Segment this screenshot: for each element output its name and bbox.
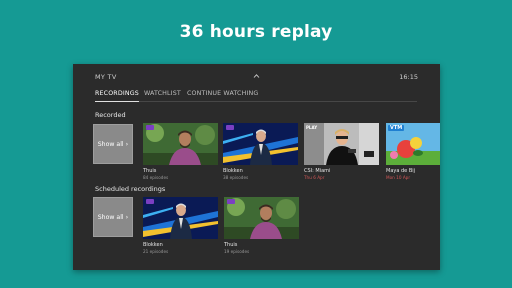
section-label-scheduled: Scheduled recordings xyxy=(95,185,166,193)
tv-screen: MY TV 16:15 RECORDINGS WATCHLIST CONTINU… xyxy=(73,64,440,270)
tab-recordings[interactable]: RECORDINGS xyxy=(95,90,139,102)
headline: 36 hours replay xyxy=(179,22,333,42)
channel-logo-icon xyxy=(226,125,234,130)
scheduled-card[interactable]: Blokken 21 episodes xyxy=(143,197,218,254)
channel-logo-play: PLAY xyxy=(306,125,318,130)
card-subtitle: 38 episodes xyxy=(223,175,249,180)
thumbnail: PLAY xyxy=(304,123,379,165)
top-bar: MY TV 16:15 xyxy=(73,64,440,90)
thumbnail xyxy=(224,197,299,239)
tab-continue-watching[interactable]: CONTINUE WATCHING xyxy=(187,90,258,101)
show-all-scheduled-button[interactable]: Show all › xyxy=(93,197,133,237)
thumbnail: VTM xyxy=(386,123,440,165)
card-title: CSI: Miami xyxy=(304,168,331,174)
recording-card[interactable]: Blokken 38 episodes xyxy=(223,123,298,180)
show-all-recorded-button[interactable]: Show all › xyxy=(93,124,133,164)
scheduled-card[interactable]: Thuis 19 episodes xyxy=(224,197,299,254)
show-all-label: Show all xyxy=(97,213,124,221)
recording-card[interactable]: PLAY CSI: Miami Thu 6 Apr xyxy=(304,123,379,180)
clock: 16:15 xyxy=(399,73,418,81)
section-label-recorded: Recorded xyxy=(95,111,126,119)
card-title: Blokken xyxy=(223,168,243,174)
card-subtitle: 21 episodes xyxy=(143,249,169,254)
page-title: MY TV xyxy=(95,73,117,81)
card-subtitle: 84 episodes xyxy=(143,175,169,180)
thumbnail xyxy=(223,123,298,165)
card-title: Thuis xyxy=(143,168,157,174)
channel-logo-icon xyxy=(146,199,154,204)
tab-watchlist[interactable]: WATCHLIST xyxy=(144,90,181,101)
card-title: Blokken xyxy=(143,242,163,248)
card-title: Maya de Bij xyxy=(386,168,416,174)
card-subtitle: Mon 10 Apr xyxy=(386,175,411,180)
chevron-up-icon[interactable] xyxy=(253,73,260,79)
card-title: Thuis xyxy=(224,242,238,248)
recording-card[interactable]: Thuis 84 episodes xyxy=(143,123,218,180)
channel-logo-vtm: VTM xyxy=(388,125,405,131)
channel-logo-icon xyxy=(227,199,235,204)
card-subtitle: 19 episodes xyxy=(224,249,250,254)
card-subtitle: Thu 6 Apr xyxy=(304,175,325,180)
thumbnail xyxy=(143,123,218,165)
chevron-right-icon: › xyxy=(125,213,129,221)
tab-bar: RECORDINGS WATCHLIST CONTINUE WATCHING xyxy=(95,90,417,102)
channel-logo-icon xyxy=(146,125,154,130)
recording-card[interactable]: VTM Maya de Bij Mon 10 Apr xyxy=(386,123,440,180)
show-all-label: Show all xyxy=(97,140,124,148)
thumbnail xyxy=(143,197,218,239)
chevron-right-icon: › xyxy=(125,140,129,148)
